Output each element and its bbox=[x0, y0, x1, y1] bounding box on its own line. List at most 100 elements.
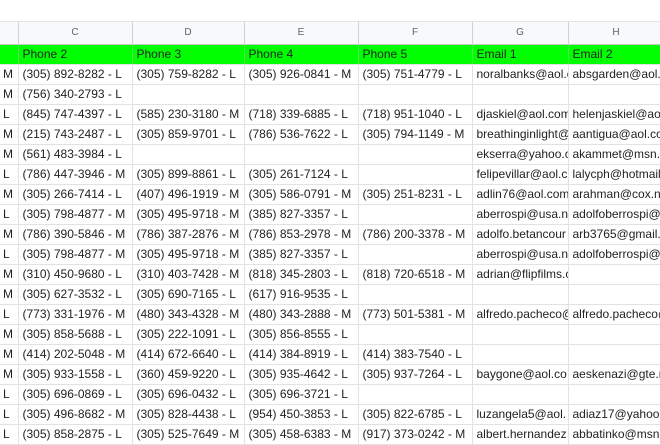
table-cell[interactable] bbox=[568, 284, 660, 305]
table-cell[interactable]: (305) 798-4877 - M bbox=[18, 204, 133, 225]
table-cell[interactable]: (385) 827-3357 - L bbox=[244, 244, 359, 265]
table-cell[interactable]: alfredo.pacheco@ bbox=[568, 304, 660, 325]
table-cell[interactable]: ekserra@yahoo.c bbox=[472, 144, 569, 165]
table-cell[interactable]: (786) 536-7622 - L bbox=[244, 124, 359, 145]
table-cell[interactable] bbox=[358, 84, 473, 105]
table-cell[interactable]: (305) 696-0869 - L bbox=[18, 384, 133, 405]
table-cell[interactable]: (480) 343-4328 - M bbox=[132, 304, 245, 325]
table-cell[interactable]: L bbox=[0, 404, 19, 425]
column-header[interactable]: F bbox=[358, 22, 473, 45]
table-cell[interactable] bbox=[472, 84, 569, 105]
table-cell[interactable]: (786) 390-5846 - M bbox=[18, 224, 133, 245]
table-cell[interactable]: noralbanks@aol.c bbox=[472, 64, 569, 85]
table-cell[interactable]: (305) 892-8282 - L bbox=[18, 64, 133, 85]
table-cell[interactable]: (305) 251-8231 - L bbox=[358, 184, 473, 205]
table-cell[interactable]: (305) 926-0841 - M bbox=[244, 64, 359, 85]
table-cell[interactable] bbox=[568, 324, 660, 345]
table-cell[interactable]: (305) 899-8861 - L bbox=[132, 164, 245, 185]
table-cell[interactable]: (305) 261-7124 - L bbox=[244, 164, 359, 185]
field-header-cell[interactable]: Email 1 bbox=[472, 44, 569, 65]
table-cell[interactable]: baygone@aol.co bbox=[472, 364, 569, 385]
table-cell[interactable]: (305) 828-4438 - L bbox=[132, 404, 245, 425]
table-cell[interactable] bbox=[472, 384, 569, 405]
table-cell[interactable] bbox=[358, 384, 473, 405]
table-cell[interactable]: (786) 387-2876 - M bbox=[132, 224, 245, 245]
table-cell[interactable]: adrian@flipfilms.com bbox=[472, 264, 569, 285]
table-cell[interactable]: (305) 933-1558 - L bbox=[18, 364, 133, 385]
table-cell[interactable] bbox=[568, 264, 660, 285]
table-cell[interactable]: (617) 916-9535 - L bbox=[244, 284, 359, 305]
table-cell[interactable]: (305) 266-7414 - L bbox=[18, 184, 133, 205]
table-cell[interactable]: (305) 794-1149 - M bbox=[358, 124, 473, 145]
table-cell[interactable]: (786) 200-3378 - M bbox=[358, 224, 473, 245]
column-header[interactable]: E bbox=[244, 22, 359, 45]
table-cell[interactable]: adolfoberrospi@ bbox=[568, 204, 660, 225]
table-cell[interactable]: lalycph@hotmail bbox=[568, 164, 660, 185]
table-cell[interactable]: (414) 672-6640 - L bbox=[132, 344, 245, 365]
table-cell[interactable]: L bbox=[0, 244, 19, 265]
table-cell[interactable]: M bbox=[0, 124, 19, 145]
table-cell[interactable] bbox=[472, 344, 569, 365]
table-cell[interactable]: arb3765@gmail.c bbox=[568, 224, 660, 245]
table-cell[interactable]: adlin76@aol.com bbox=[472, 184, 569, 205]
field-header-cell[interactable]: Phone 4 bbox=[244, 44, 359, 65]
table-cell[interactable]: (305) 696-3721 - L bbox=[244, 384, 359, 405]
table-cell[interactable]: (414) 384-8919 - L bbox=[244, 344, 359, 365]
table-cell[interactable]: adiaz17@yahoo. bbox=[568, 404, 660, 425]
table-cell[interactable]: M bbox=[0, 324, 19, 345]
table-cell[interactable]: alfredo.pacheco@ bbox=[472, 304, 569, 325]
table-cell[interactable]: (305) 937-7264 - L bbox=[358, 364, 473, 385]
table-cell[interactable]: M bbox=[0, 144, 19, 165]
table-cell[interactable]: (305) 858-5688 - L bbox=[18, 324, 133, 345]
table-cell[interactable] bbox=[132, 144, 245, 165]
table-cell[interactable]: M bbox=[0, 284, 19, 305]
table-cell[interactable]: (305) 525-7649 - M bbox=[132, 424, 245, 445]
table-cell[interactable]: (954) 450-3853 - L bbox=[244, 404, 359, 425]
table-cell[interactable]: (305) 690-7165 - L bbox=[132, 284, 245, 305]
field-header-cell[interactable]: Email 2 bbox=[568, 44, 660, 65]
column-header[interactable]: H bbox=[568, 22, 660, 45]
table-cell[interactable]: (561) 483-3984 - L bbox=[18, 144, 133, 165]
table-cell[interactable]: (305) 751-4779 - L bbox=[358, 64, 473, 85]
table-cell[interactable]: aberrospi@usa.n bbox=[472, 244, 569, 265]
table-cell[interactable]: (773) 501-5381 - M bbox=[358, 304, 473, 325]
table-cell[interactable]: (718) 951-1040 - L bbox=[358, 104, 473, 125]
table-cell[interactable]: (310) 403-7428 - M bbox=[132, 264, 245, 285]
table-cell[interactable]: M bbox=[0, 64, 19, 85]
table-cell[interactable]: (480) 343-2888 - M bbox=[244, 304, 359, 325]
table-cell[interactable]: (360) 459-9220 - L bbox=[132, 364, 245, 385]
table-cell[interactable]: (305) 798-4877 - M bbox=[18, 244, 133, 265]
field-header-cell[interactable] bbox=[0, 44, 19, 65]
table-cell[interactable]: adolfoberrospi@ bbox=[568, 244, 660, 265]
table-cell[interactable] bbox=[568, 84, 660, 105]
table-cell[interactable]: M bbox=[0, 264, 19, 285]
table-cell[interactable]: helenjaskiel@aol bbox=[568, 104, 660, 125]
table-cell[interactable]: akammet@msn.c bbox=[568, 144, 660, 165]
table-cell[interactable]: (310) 450-9680 - L bbox=[18, 264, 133, 285]
table-cell[interactable]: (786) 853-2978 - M bbox=[244, 224, 359, 245]
table-cell[interactable]: (305) 856-8555 - L bbox=[244, 324, 359, 345]
table-cell[interactable]: adolfo.betancour bbox=[472, 224, 569, 245]
table-cell[interactable] bbox=[358, 164, 473, 185]
table-cell[interactable]: aberrospi@usa.n bbox=[472, 204, 569, 225]
table-cell[interactable] bbox=[358, 204, 473, 225]
column-header[interactable] bbox=[0, 22, 19, 45]
table-cell[interactable]: (305) 496-8682 - M bbox=[18, 404, 133, 425]
table-cell[interactable] bbox=[358, 284, 473, 305]
table-cell[interactable]: (756) 340-2793 - L bbox=[18, 84, 133, 105]
table-cell[interactable]: M bbox=[0, 364, 19, 385]
table-cell[interactable]: M bbox=[0, 344, 19, 365]
table-cell[interactable]: (215) 743-2487 - L bbox=[18, 124, 133, 145]
column-header[interactable]: C bbox=[18, 22, 133, 45]
table-cell[interactable]: L bbox=[0, 104, 19, 125]
table-cell[interactable] bbox=[358, 324, 473, 345]
field-header-cell[interactable]: Phone 5 bbox=[358, 44, 473, 65]
table-cell[interactable]: (407) 496-1919 - M bbox=[132, 184, 245, 205]
table-cell[interactable]: (585) 230-3180 - M bbox=[132, 104, 245, 125]
table-cell[interactable]: (305) 495-9718 - M bbox=[132, 204, 245, 225]
table-cell[interactable]: breathinginlight@ bbox=[472, 124, 569, 145]
field-header-cell[interactable]: Phone 3 bbox=[132, 44, 245, 65]
table-cell[interactable]: (845) 747-4397 - L bbox=[18, 104, 133, 125]
table-cell[interactable]: (414) 383-7540 - L bbox=[358, 344, 473, 365]
table-cell[interactable]: (414) 202-5048 - M bbox=[18, 344, 133, 365]
